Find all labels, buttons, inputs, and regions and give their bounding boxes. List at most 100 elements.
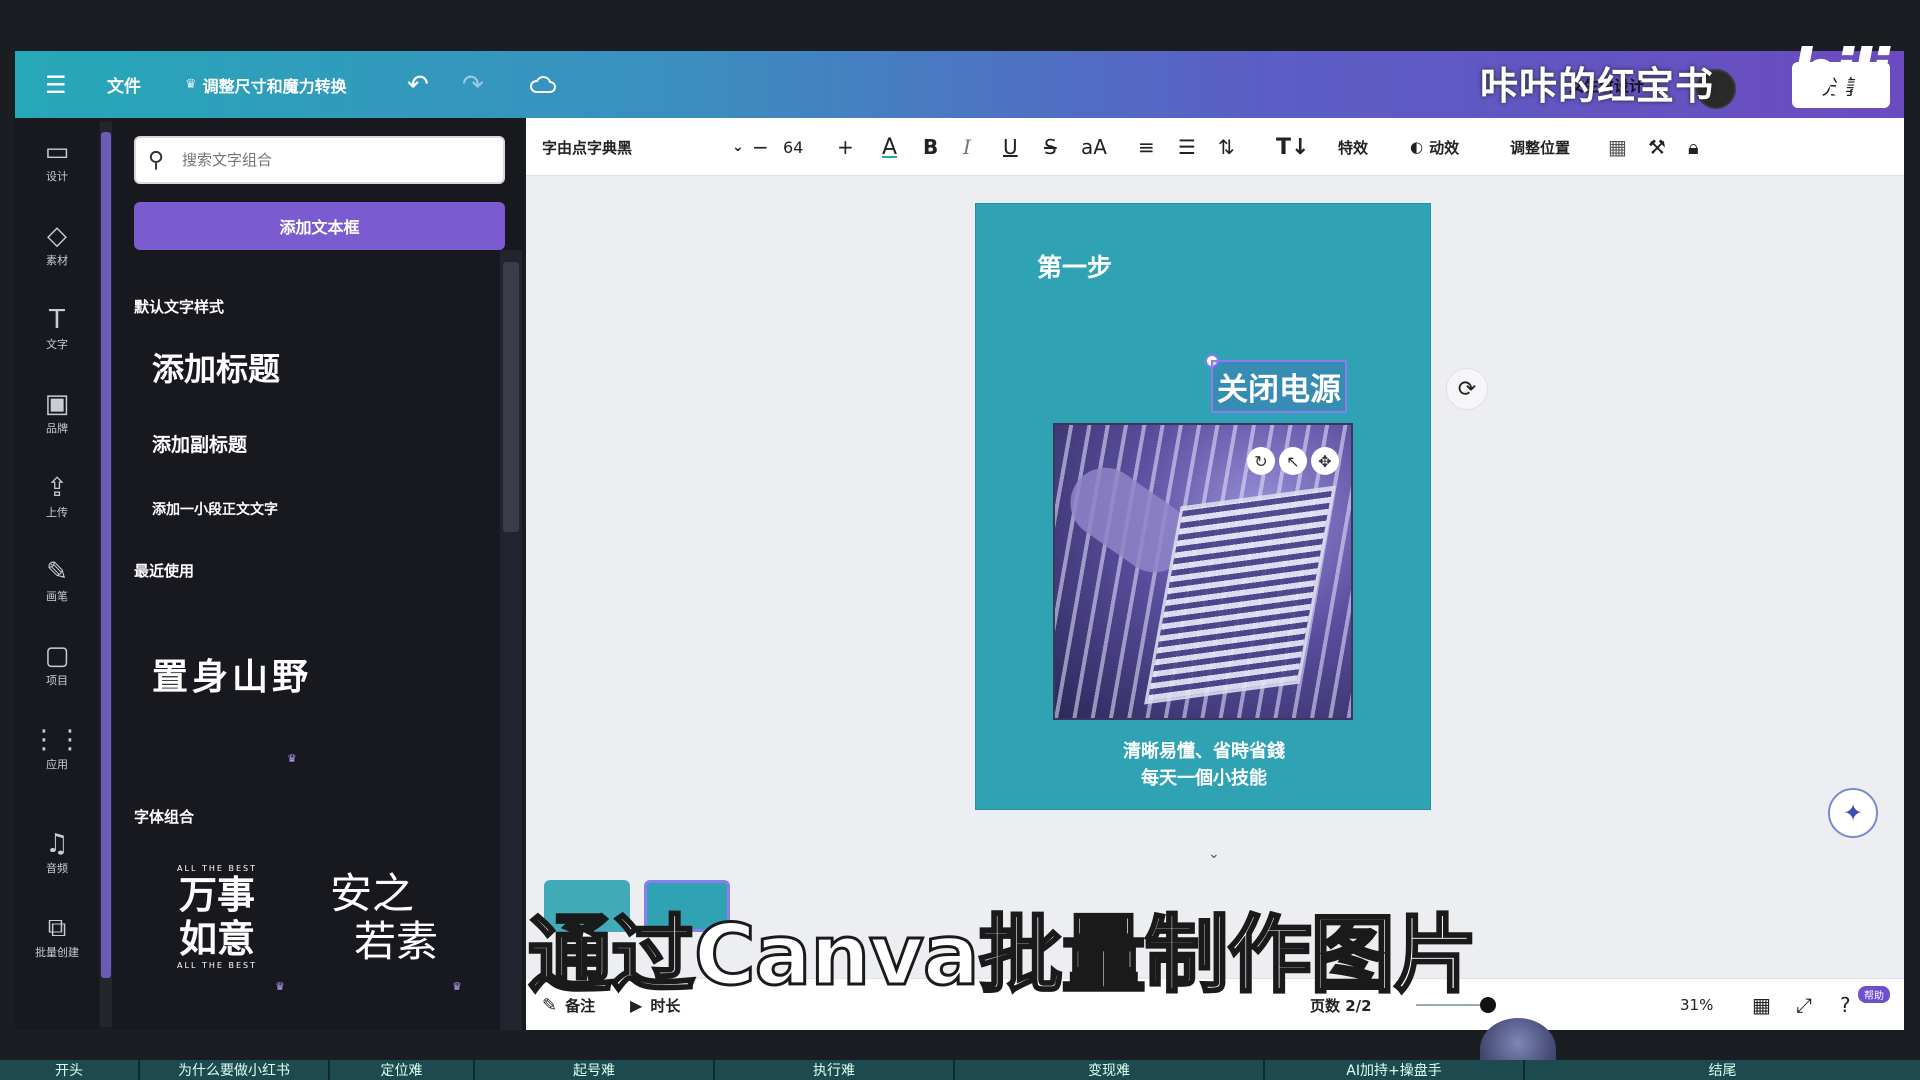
nav-label: 品牌: [46, 422, 68, 435]
resize-label: 调整尺寸和魔力转换: [202, 76, 347, 96]
image-controls: ↻ ↖ ✥: [1247, 447, 1339, 475]
spacing-icon[interactable]: ⇅: [1218, 118, 1235, 176]
text-panel: ⚲ 添加文本框 默认文字样式 添加标题 添加副标题 添加一小段正文文字 最近使用…: [112, 118, 524, 1030]
nav-label: 应用: [46, 758, 68, 771]
nav-label: 项目: [46, 674, 68, 687]
lock-icon[interactable]: 🔒︎: [1688, 118, 1699, 176]
rail-scrollbar-thumb[interactable]: [101, 132, 111, 978]
recent-title: 最近使用: [134, 562, 195, 580]
nav-label: 设计: [46, 170, 68, 183]
chapter-item[interactable]: 定位难: [330, 1060, 475, 1080]
decrease-size-button[interactable]: −: [752, 118, 769, 176]
nav-design[interactable]: ▭ 设计: [15, 138, 99, 184]
nav-elements[interactable]: ◇ 素材: [15, 222, 99, 268]
undo-icon[interactable]: ↶: [407, 51, 429, 118]
selected-headline[interactable]: 关闭电源: [1211, 360, 1347, 413]
resize-menu[interactable]: ♛ 调整尺寸和魔力转换: [185, 51, 347, 118]
file-menu[interactable]: 文件: [107, 51, 141, 118]
font-size-input[interactable]: 64: [783, 118, 803, 176]
nav-apps[interactable]: ⋮⋮ 应用: [15, 726, 99, 772]
magic-assistant-icon[interactable]: ✦: [1828, 788, 1878, 838]
nav-projects[interactable]: ▢ 项目: [15, 642, 99, 688]
search-icon: ⚲: [148, 147, 165, 173]
combo-line: 若素: [354, 917, 439, 966]
align-center-icon[interactable]: ≡: [1138, 118, 1155, 176]
increase-size-button[interactable]: +: [837, 118, 854, 176]
recent-text-combo[interactable]: 置身山野: [152, 648, 312, 700]
watermark-title: 咔咔的红宝书: [1479, 64, 1714, 108]
move-icon[interactable]: ✥: [1311, 447, 1339, 475]
nav-bulk-create[interactable]: ⧉ 批量创建: [15, 914, 99, 960]
nav-draw[interactable]: ✎ 画笔: [15, 558, 99, 604]
chapter-item[interactable]: AI加持+操盘手: [1265, 1060, 1525, 1080]
font-combo-title: 字体组合: [134, 808, 195, 826]
nav-label: 批量创建: [35, 946, 79, 959]
font-combo-wanshi[interactable]: ALL THE BEST 万事 如意 ALL THE BEST: [152, 864, 282, 970]
elements-icon: ◇: [47, 221, 67, 251]
chapter-item[interactable]: 执行难: [715, 1060, 955, 1080]
text-orientation-icon[interactable]: T↓: [1276, 118, 1309, 176]
nav-brand[interactable]: ▣ 品牌: [15, 390, 99, 436]
add-subheading[interactable]: 添加副标题: [152, 430, 247, 457]
italic-button[interactable]: I: [963, 118, 971, 176]
caption-line-2[interactable]: 每天一個小技能: [976, 764, 1432, 790]
chapter-item[interactable]: 开头: [0, 1060, 140, 1080]
animate-label: 动效: [1429, 138, 1460, 157]
underline-button[interactable]: U: [1003, 118, 1018, 176]
strikethrough-button[interactable]: S: [1044, 118, 1057, 176]
copy-style-icon[interactable]: ⚒: [1648, 118, 1666, 176]
canva-editor: ☰ 文件 ♛ 调整尺寸和魔力转换 ↶ ↷ 女生讲设计 咔咔的红宝书 分享 bil…: [0, 0, 1920, 1080]
music-icon: ♫: [45, 829, 69, 859]
menu-icon[interactable]: ☰: [45, 51, 67, 118]
position-button[interactable]: 调整位置: [1510, 118, 1570, 176]
search-input[interactable]: [182, 151, 482, 169]
chapter-item[interactable]: 起号难: [475, 1060, 715, 1080]
replace-icon[interactable]: ↻: [1247, 447, 1275, 475]
nav-text[interactable]: T 文字: [15, 306, 99, 352]
add-heading[interactable]: 添加标题: [152, 344, 280, 390]
default-styles-title: 默认文字样式: [134, 298, 225, 316]
chapter-item[interactable]: 为什么要做小红书: [140, 1060, 330, 1080]
text-color-icon[interactable]: A: [882, 118, 897, 176]
add-textbox-button[interactable]: 添加文本框: [134, 202, 505, 250]
text-toolbar: 字由点字典黑 ⌄ − 64 + A B I U S aA ≡ ☰ ⇅ T↓ 特效…: [526, 118, 1904, 176]
step-title[interactable]: 第一步: [1037, 248, 1112, 284]
effects-button[interactable]: 特效: [1338, 118, 1368, 176]
add-body-text[interactable]: 添加一小段正文文字: [152, 499, 278, 519]
chapter-item[interactable]: 结尾: [1525, 1060, 1920, 1080]
help-icon[interactable]: ?: [1840, 979, 1851, 1031]
chevron-down-icon[interactable]: ⌄: [1208, 846, 1220, 862]
font-family-select[interactable]: 字由点字典黑 ⌄: [542, 118, 744, 176]
nav-audio[interactable]: ♫ 音频: [15, 830, 99, 876]
animate-button[interactable]: ◐ 动效: [1410, 118, 1459, 176]
cloud-save-icon[interactable]: [530, 51, 556, 118]
illustration-image[interactable]: ↻ ↖ ✥: [1053, 423, 1353, 720]
letter-case-button[interactable]: aA: [1081, 118, 1107, 176]
font-combo-anzhi[interactable]: 安之 若素: [330, 870, 470, 966]
rotate-icon[interactable]: ⟳: [1446, 368, 1488, 410]
redo-icon[interactable]: ↷: [462, 51, 484, 118]
design-page[interactable]: 第一步 关闭电源 ↻ ↖ ✥ 清晰易懂、省時省錢 每天一個小技能: [975, 203, 1431, 810]
nav-uploads[interactable]: ⇪ 上传: [15, 474, 99, 520]
bilibili-logo: bili: [1790, 37, 1890, 111]
crown-icon: ♛: [275, 980, 285, 993]
search-box[interactable]: ⚲: [134, 136, 505, 184]
animate-icon: ◐: [1410, 138, 1424, 156]
zoom-level[interactable]: 31%: [1680, 979, 1713, 1031]
transparency-icon[interactable]: ▦: [1608, 118, 1627, 176]
zoom-slider-handle[interactable]: [1480, 997, 1496, 1013]
list-icon[interactable]: ☰: [1178, 118, 1196, 176]
upload-icon: ⇪: [46, 473, 68, 503]
font-name: 字由点字典黑: [542, 138, 633, 157]
help-badge[interactable]: 帮助: [1858, 986, 1890, 1003]
combo-line: 万事: [178, 872, 255, 917]
chapter-item[interactable]: 变现难: [955, 1060, 1265, 1080]
caption-line-1[interactable]: 清晰易懂、省時省錢: [976, 737, 1432, 763]
panel-scrollbar-thumb[interactable]: [503, 262, 519, 532]
grid-view-icon[interactable]: ▦: [1752, 979, 1771, 1031]
fullscreen-icon[interactable]: ⤢: [1796, 979, 1812, 1031]
crown-icon: ♛: [452, 980, 462, 993]
design-icon: ▭: [44, 137, 70, 167]
combo-caption: ALL THE BEST: [177, 961, 257, 970]
bold-button[interactable]: B: [923, 118, 938, 176]
